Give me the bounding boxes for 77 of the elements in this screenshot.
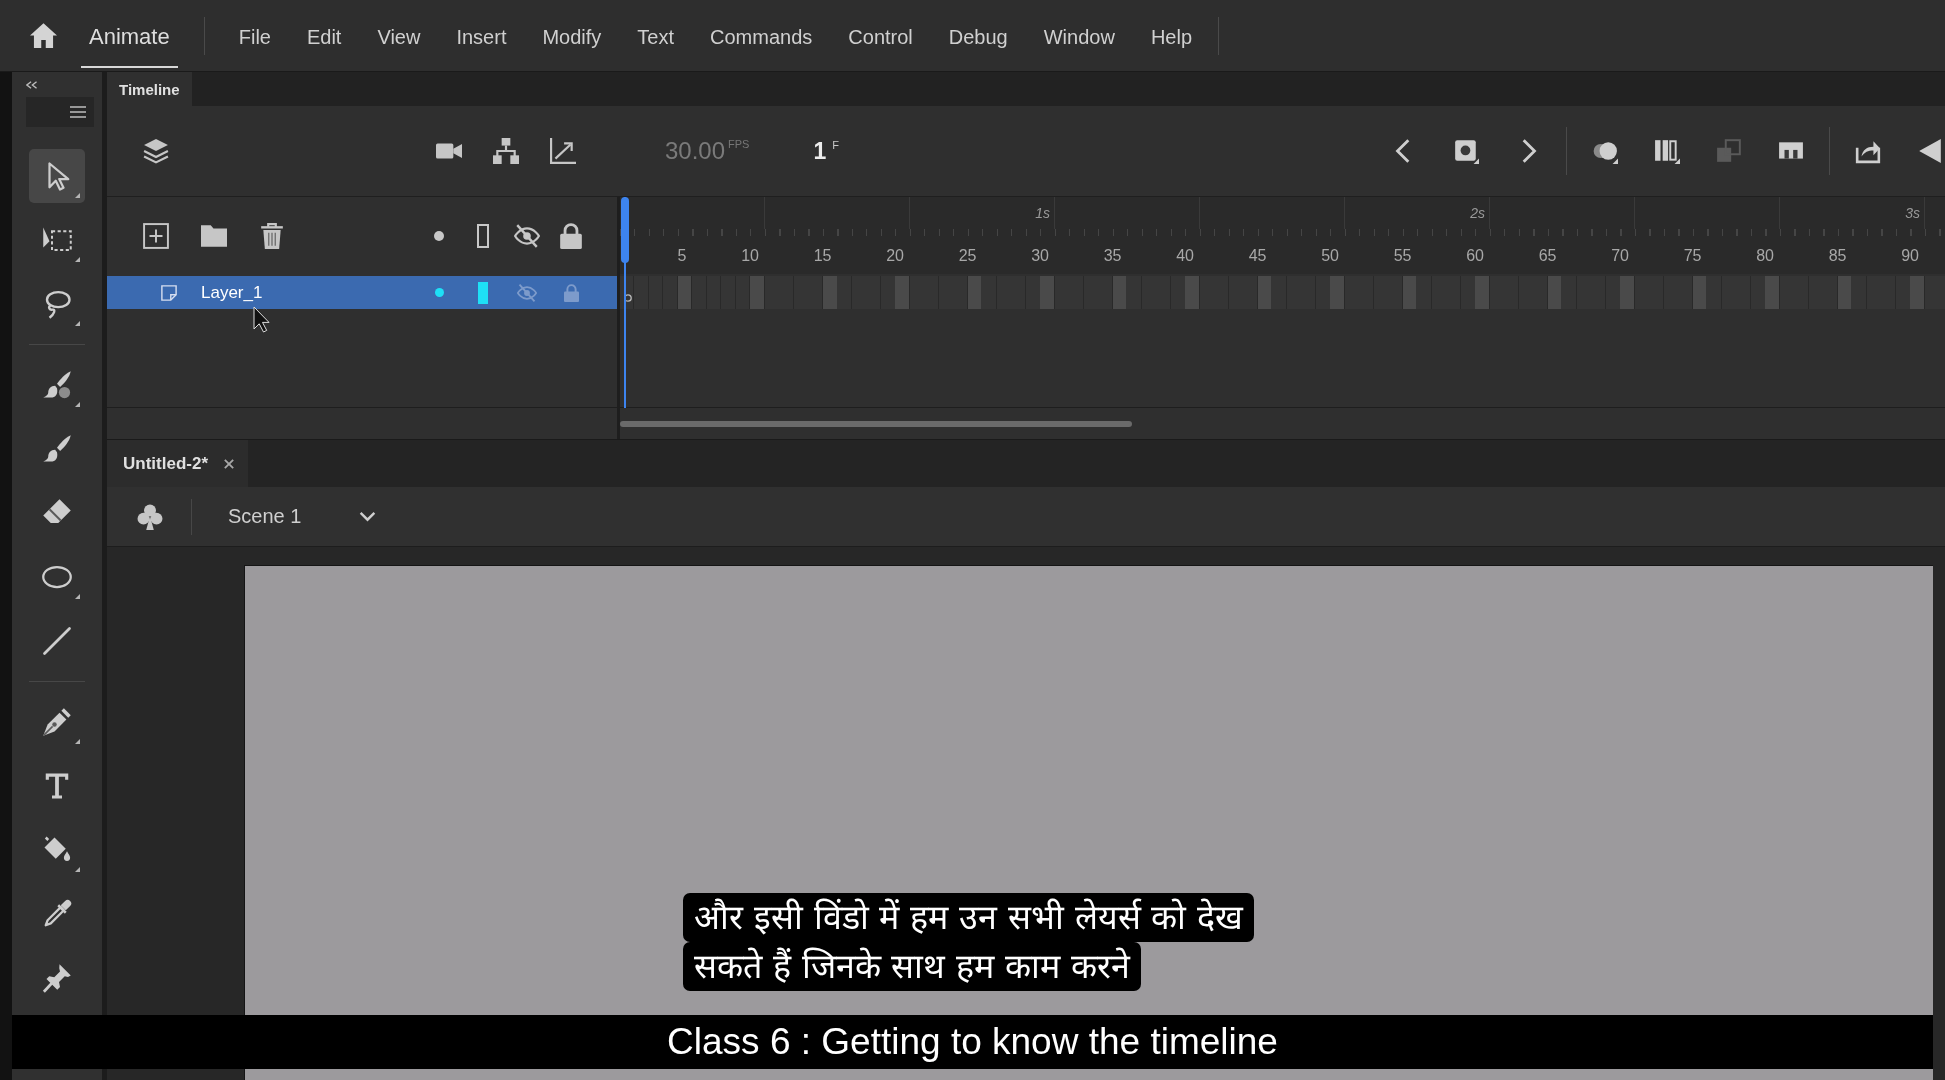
frame-number: 70 [1611,246,1629,265]
lock-icon[interactable] [558,222,584,249]
club-icon[interactable] [137,503,163,530]
outline-rectangle-icon[interactable] [477,223,489,248]
scene-dropdown[interactable]: Scene 1 [228,505,377,528]
menu-item[interactable]: Window [1043,25,1115,49]
paint-brush-icon [42,370,72,400]
frame-number: 40 [1176,246,1194,265]
chevron-down-icon [359,511,377,522]
toolbar-menu-button[interactable] [26,97,94,127]
vertical-bars-icon[interactable] [1654,138,1680,164]
frame-number: 80 [1756,246,1774,265]
current-frame-unit: F [832,139,839,151]
layer-color-swatch-icon[interactable] [478,281,488,304]
seconds-label: 2s [1470,205,1485,221]
horizontal-scrollbar[interactable] [620,420,1132,427]
playhead[interactable] [620,197,630,408]
panel-tab[interactable]: Timeline [107,72,192,106]
app-tab[interactable]: Animate [81,3,178,68]
menu-item[interactable]: Help [1150,25,1192,49]
document-tab[interactable]: Untitled-2* [107,440,248,487]
frame-number: 75 [1683,246,1702,265]
frame-number: 25 [958,246,977,265]
menu-item[interactable]: Modify [542,25,602,49]
frame-number: 10 [741,246,759,265]
menu-item[interactable]: View [377,25,421,49]
frame-number: 60 [1466,246,1484,265]
frame-number: 85 [1828,246,1847,265]
triangle-left-icon[interactable] [1917,138,1943,164]
menu-item[interactable]: File [238,25,271,49]
layers-icon[interactable] [143,138,169,164]
tool-button[interactable] [29,149,85,203]
pin-icon [42,963,72,993]
seconds-label: 1s [1035,205,1050,221]
menu-item[interactable]: Debug [948,25,1008,49]
menu-item[interactable]: Text [637,25,675,49]
empty-keyframe-icon[interactable] [624,294,632,302]
frame-rate-unit: FPS [728,139,750,150]
current-frame-value[interactable]: 1 [813,139,827,163]
frame-number: 20 [886,246,904,265]
menu-item[interactable]: Insert [456,25,507,49]
frame-number: 30 [1031,246,1049,265]
double-chevron-left-icon[interactable] [26,81,37,89]
eyedropper-icon [42,899,72,929]
menu-icon [70,106,86,118]
frame-number: 35 [1103,246,1122,265]
trash-icon[interactable] [259,222,285,249]
close-icon[interactable] [224,458,234,469]
layer-name[interactable]: Layer_1 [201,284,263,301]
layer-icon [161,284,177,301]
export-icon[interactable] [1855,138,1881,164]
brush-icon [42,434,72,464]
graph-icon[interactable] [550,138,576,164]
menu-item[interactable]: Commands [710,25,813,49]
frame-number: 65 [1538,246,1557,265]
frame-number: 55 [1393,246,1412,265]
pen-icon [42,707,72,737]
layer-dot-icon[interactable] [434,288,444,297]
menu-item[interactable]: Edit [306,25,342,49]
seconds-label: 3s [1905,205,1920,221]
layer-row[interactable]: Layer_1 [107,276,617,309]
frame-number: 50 [1321,246,1339,265]
folder-icon[interactable] [201,222,227,249]
line-icon [42,626,72,656]
frame-number: 15 [813,246,832,265]
frame-number: 5 [677,246,687,265]
eye-slash-icon[interactable] [514,222,540,249]
timeline-ruler[interactable]: 1s 2s 3s 5 10 15 20 25 30 35 40 45 50 55 60 65 70 75 80 85 90 [620,197,1945,274]
home-icon[interactable] [30,23,57,48]
frame-number: 90 [1901,246,1919,265]
mouse-pointer-icon [253,306,270,333]
frame-number: 45 [1248,246,1267,265]
dot-icon[interactable] [434,230,444,241]
hierarchy-icon[interactable] [493,138,519,164]
new-layer-icon[interactable] [143,222,169,249]
caption-text: Class 6 : Getting to know the timeline [667,1020,1278,1064]
menu-item[interactable]: Control [848,25,913,49]
